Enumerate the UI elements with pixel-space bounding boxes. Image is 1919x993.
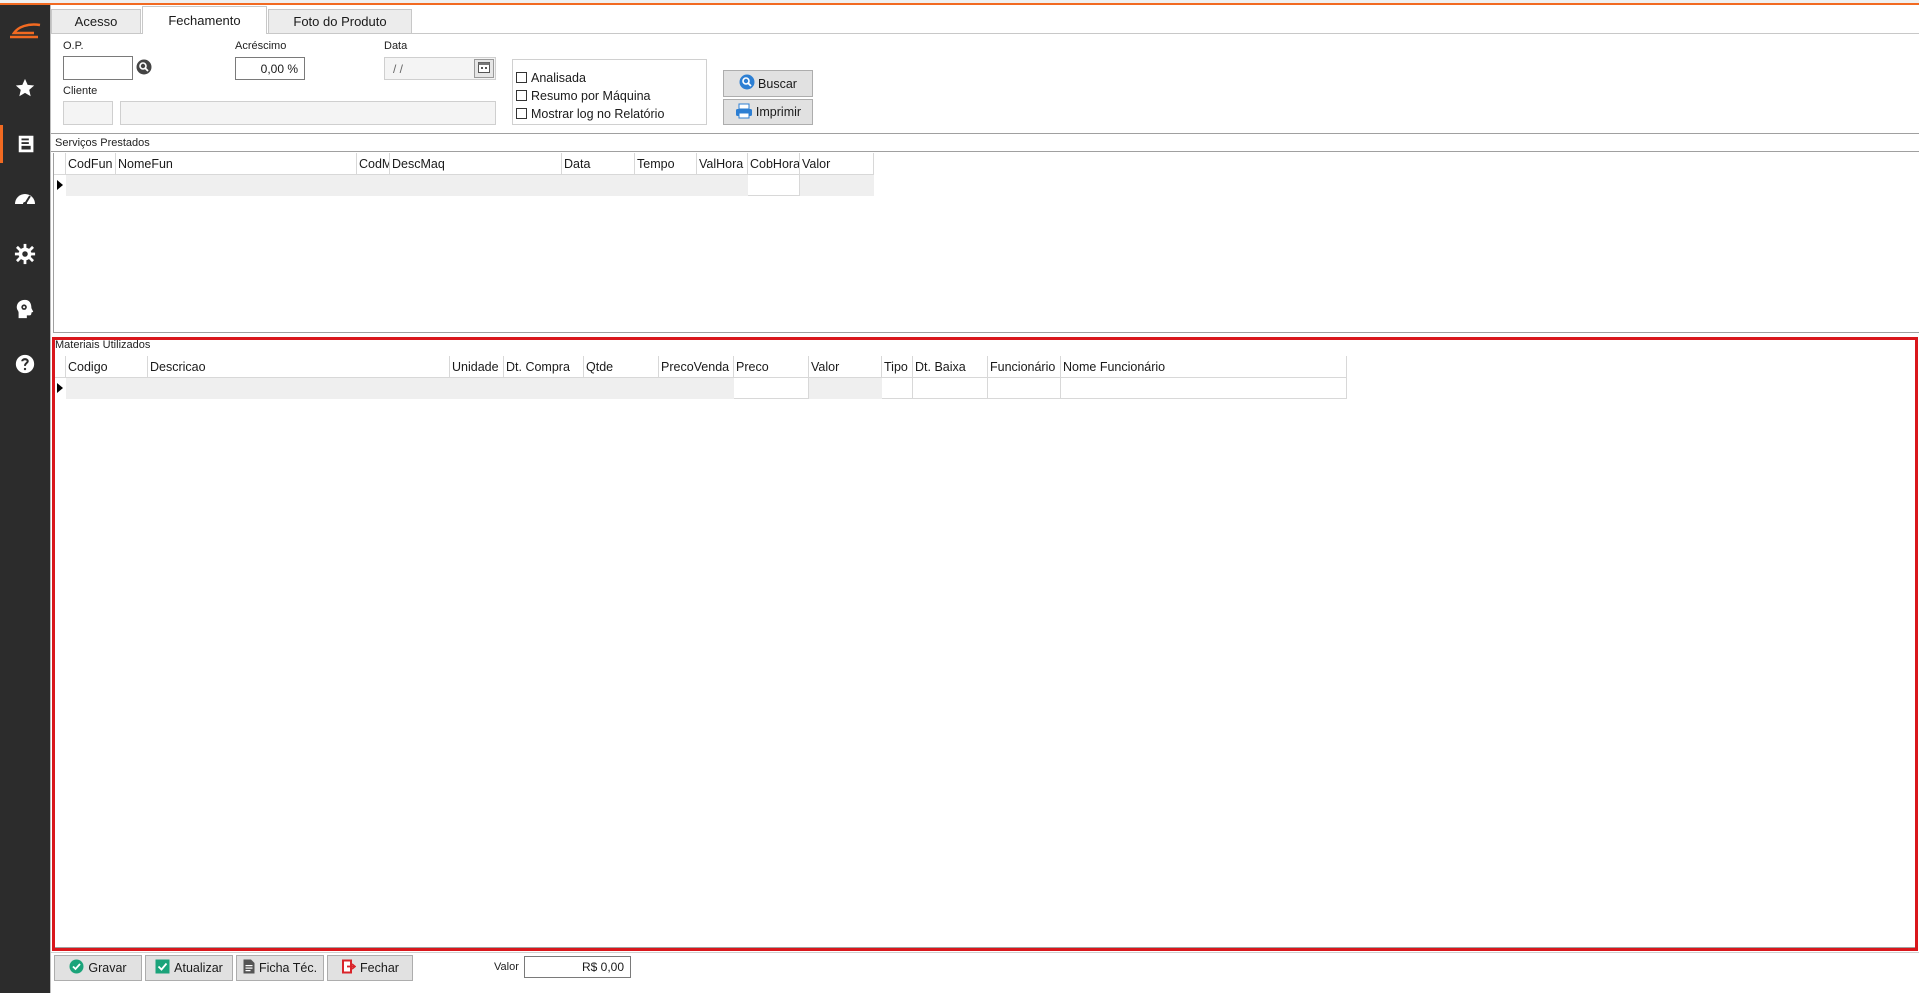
search-op-icon[interactable] xyxy=(136,59,152,75)
table-row[interactable] xyxy=(66,175,748,196)
gravar-label: Gravar xyxy=(88,961,127,975)
op-input[interactable] xyxy=(63,56,133,80)
valor-field: R$ 0,00 xyxy=(524,956,631,978)
sidebar-item-help[interactable] xyxy=(0,345,50,383)
printer-icon xyxy=(735,103,753,122)
atualizar-label: Atualizar xyxy=(174,961,223,975)
file-icon xyxy=(243,959,255,977)
speedometer-icon xyxy=(13,188,37,210)
column-header[interactable]: CobHora xyxy=(748,153,800,175)
checkbox-box xyxy=(516,90,527,101)
checkbox-check-icon xyxy=(155,959,170,977)
document-icon xyxy=(16,133,38,155)
sidebar xyxy=(0,5,50,993)
mostrar-log-label: Mostrar log no Relatório xyxy=(531,106,665,121)
check-circle-icon xyxy=(69,959,84,977)
column-header[interactable]: NomeFun xyxy=(116,153,357,175)
filter-separator xyxy=(51,133,1919,134)
buscar-button[interactable]: Buscar xyxy=(723,70,813,97)
fechar-label: Fechar xyxy=(360,961,399,975)
checkbox-box xyxy=(516,108,527,119)
valor-label: Valor xyxy=(494,961,519,973)
acrescimo-input[interactable]: 0,00 % xyxy=(235,57,305,80)
tab-fechamento[interactable]: Fechamento xyxy=(142,6,267,34)
column-header[interactable]: ValHora xyxy=(697,153,748,175)
calendar-icon xyxy=(478,61,490,76)
imprimir-button[interactable]: Imprimir xyxy=(723,99,813,125)
atualizar-button[interactable]: Atualizar xyxy=(145,955,233,981)
sidebar-item-settings[interactable] xyxy=(0,235,50,273)
column-header[interactable]: CodM xyxy=(357,153,390,175)
op-label: O.P. xyxy=(63,40,84,52)
head-gear-icon xyxy=(14,298,36,320)
fechar-button[interactable]: Fechar xyxy=(327,955,413,981)
servicos-grid[interactable]: CodFun NomeFun CodM DescMaq Data Tempo V… xyxy=(53,153,1919,333)
logo-icon[interactable] xyxy=(4,19,46,43)
column-header[interactable]: DescMaq xyxy=(390,153,562,175)
buscar-label: Buscar xyxy=(758,76,797,91)
column-header[interactable]: Valor xyxy=(800,153,874,175)
footer-separator xyxy=(51,952,1919,953)
cliente-code-input[interactable] xyxy=(63,101,113,125)
sidebar-item-mind[interactable] xyxy=(0,290,50,328)
servicos-separator xyxy=(51,151,1919,152)
table-cell[interactable] xyxy=(748,175,800,196)
highlight-frame xyxy=(52,337,1918,951)
tab-acesso[interactable]: Acesso xyxy=(51,9,141,33)
gear-icon xyxy=(14,243,36,265)
sidebar-item-dashboard[interactable] xyxy=(0,180,50,218)
resumo-label: Resumo por Máquina xyxy=(531,88,651,103)
star-icon xyxy=(14,77,36,99)
sidebar-item-documents[interactable] xyxy=(0,125,50,163)
servicos-title: Serviços Prestados xyxy=(55,137,150,149)
data-label: Data xyxy=(384,40,408,52)
acrescimo-label: Acréscimo xyxy=(235,40,287,52)
mostrar-log-checkbox[interactable]: Mostrar log no Relatório xyxy=(516,105,664,122)
column-header[interactable]: CodFun xyxy=(66,153,116,175)
exit-icon xyxy=(341,959,357,977)
tab-divider xyxy=(51,33,1919,34)
table-cell[interactable] xyxy=(800,175,874,196)
tab-foto-produto[interactable]: Foto do Produto xyxy=(268,9,412,33)
analisada-label: Analisada xyxy=(531,70,586,85)
ficha-tec-button[interactable]: Ficha Téc. xyxy=(236,955,324,981)
row-indicator-header xyxy=(54,153,66,175)
column-header[interactable]: Data xyxy=(562,153,635,175)
imprimir-label: Imprimir xyxy=(755,105,802,119)
resumo-checkbox[interactable]: Resumo por Máquina xyxy=(516,87,651,104)
sidebar-item-favorites[interactable] xyxy=(0,69,50,107)
cliente-label: Cliente xyxy=(63,85,98,97)
checkbox-box xyxy=(516,72,527,83)
gravar-button[interactable]: Gravar xyxy=(54,955,142,981)
current-row-icon xyxy=(57,180,63,190)
ficha-tec-label: Ficha Téc. xyxy=(258,961,318,975)
help-icon xyxy=(14,353,36,375)
calendar-button[interactable] xyxy=(474,59,494,78)
column-header[interactable]: Tempo xyxy=(635,153,697,175)
cliente-name-input[interactable] xyxy=(120,101,496,125)
search-icon xyxy=(739,74,755,93)
analisada-checkbox[interactable]: Analisada xyxy=(516,69,586,86)
